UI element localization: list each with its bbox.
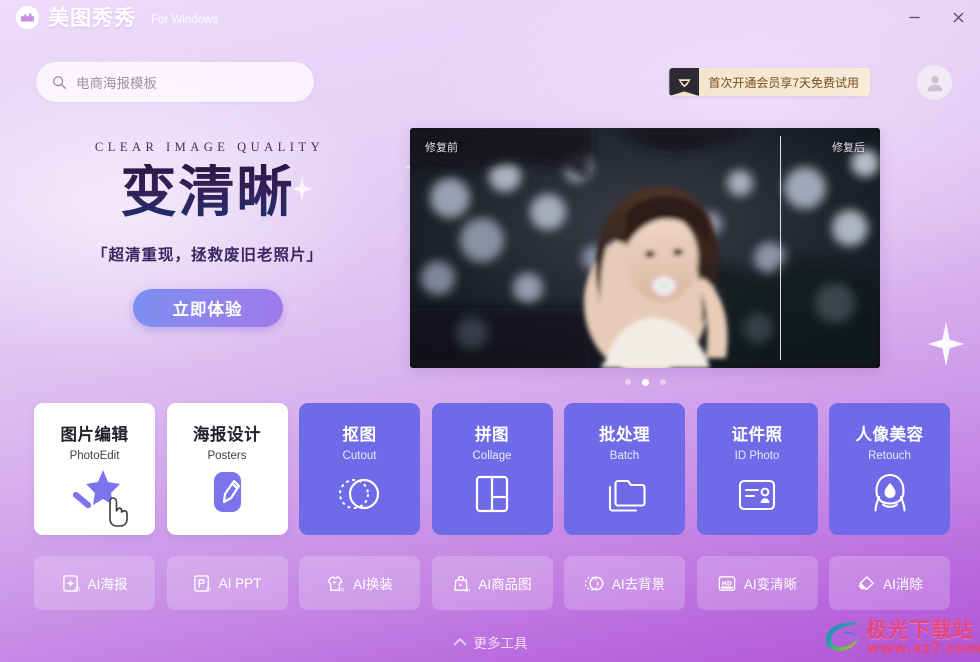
tool-card-posters[interactable]: 海报设计 Posters xyxy=(166,403,288,535)
collage-grid-icon xyxy=(432,473,553,515)
ai-tool-ppt[interactable]: AI AI PPT xyxy=(166,556,288,610)
tool-card-subtitle: Batch xyxy=(609,450,640,462)
tool-card-subtitle: Collage xyxy=(472,450,512,462)
portrait-face-icon xyxy=(829,471,950,515)
tool-card-title: 批处理 xyxy=(599,426,650,444)
carousel-dot-active[interactable] xyxy=(641,379,649,386)
image-label-before: 修复前 xyxy=(425,142,458,154)
carousel-dot[interactable] xyxy=(659,379,666,385)
ai-tool-remove-bg[interactable]: AI去背景 xyxy=(564,556,685,610)
search-icon xyxy=(53,75,67,89)
id-card-icon xyxy=(697,475,818,515)
ai-ppt-icon: AI xyxy=(193,574,211,593)
tool-card-cutout[interactable]: 抠图 Cutout xyxy=(299,403,420,535)
ai-tool-clothes[interactable]: AI AI换装 xyxy=(299,556,420,610)
search-placeholder: 电商海报模板 xyxy=(76,76,157,91)
ai-tool-product-image[interactable]: AI AI商品图 xyxy=(431,556,553,610)
aurora-logo-icon xyxy=(825,622,860,652)
tool-card-subtitle: PhotoEdit xyxy=(69,450,120,462)
hero-subtitle: 「超清重现，拯救废旧老照片」 xyxy=(91,247,323,265)
vip-trial-banner[interactable]: 首次开通会员享7天免费试用 xyxy=(669,68,870,96)
svg-text:HD: HD xyxy=(722,580,732,587)
minimize-button[interactable] xyxy=(892,0,936,34)
tool-card-collage[interactable]: 拼图 Collage xyxy=(431,403,553,535)
magic-wand-icon xyxy=(34,467,155,515)
svg-text:AI: AI xyxy=(465,588,471,593)
before-after-divider[interactable] xyxy=(780,136,781,360)
ai-tools-row: AI AI海报 AI AI PPT AI AI换装 AI AI商品图 AI去背景… xyxy=(34,556,950,610)
svg-text:AI: AI xyxy=(339,587,345,592)
tool-card-batch[interactable]: 批处理 Batch xyxy=(564,403,685,535)
hero-before-after-image[interactable]: 修复前 修复后 xyxy=(410,128,880,368)
ai-clothes-icon: AI xyxy=(327,575,345,593)
ai-hd-icon: HD xyxy=(718,575,736,591)
ai-tool-label: AI商品图 xyxy=(478,577,532,592)
chevron-up-icon xyxy=(453,638,466,646)
app-logo: 美图秀秀 For Windows xyxy=(0,2,218,32)
meitu-logo-icon xyxy=(16,5,39,29)
tool-card-title: 拼图 xyxy=(475,426,509,444)
app-title: 美图秀秀 xyxy=(48,6,136,30)
tool-card-subtitle: Retouch xyxy=(868,450,911,462)
tool-card-subtitle: Cutout xyxy=(342,450,377,462)
watermark: 极光下载站 www.xz7.com xyxy=(822,614,980,660)
title-bar: 美图秀秀 For Windows xyxy=(0,0,980,34)
tool-card-subtitle: Posters xyxy=(207,450,247,462)
tool-card-id-photo[interactable]: 证件照 ID Photo xyxy=(696,403,818,535)
ai-tool-label: AI消除 xyxy=(883,577,923,592)
tool-card-title: 证件照 xyxy=(731,426,783,444)
window-controls xyxy=(892,0,980,34)
ai-tool-label: AI变清晰 xyxy=(743,577,798,592)
image-label-after: 修复后 xyxy=(832,142,865,154)
svg-text:AI: AI xyxy=(205,587,211,593)
tool-card-title: 图片编辑 xyxy=(60,426,129,444)
sparkle-decoration-icon xyxy=(928,322,964,366)
ai-poster-icon: AI xyxy=(62,574,80,593)
hero-promo: CLEAR IMAGE QUALITY 变清晰 「超清重现，拯救废旧老照片」 立… xyxy=(0,140,415,328)
ai-eraser-icon xyxy=(858,575,874,590)
hero-title: 变清晰 xyxy=(0,163,415,223)
ai-product-bag-icon: AI xyxy=(454,575,471,593)
close-button[interactable] xyxy=(936,0,980,34)
tool-card-subtitle: ID Photo xyxy=(734,450,780,462)
tool-card-title: 抠图 xyxy=(342,426,377,444)
watermark-url: www.xz7.com xyxy=(866,639,980,657)
svg-text:AI: AI xyxy=(74,587,80,593)
carousel-dot[interactable] xyxy=(624,379,631,385)
hero-eyebrow: CLEAR IMAGE QUALITY xyxy=(94,140,325,154)
tool-card-title: 海报设计 xyxy=(193,426,261,444)
ai-tool-poster[interactable]: AI AI海报 xyxy=(34,556,155,610)
ai-tool-enhance[interactable]: HD AI变清晰 xyxy=(696,556,818,610)
ai-tool-label: AI去背景 xyxy=(611,577,666,592)
search-input[interactable]: 电商海报模板 xyxy=(36,62,314,102)
tool-card-title: 人像美容 xyxy=(855,426,924,444)
hero-cta-button[interactable]: 立即体验 xyxy=(132,289,283,328)
ai-tool-label: AI PPT xyxy=(218,575,262,591)
app-subtitle: For Windows xyxy=(151,13,219,26)
cutout-circle-icon xyxy=(299,473,420,515)
folders-icon xyxy=(564,473,685,515)
more-tools-label: 更多工具 xyxy=(473,636,528,651)
carousel-dots[interactable] xyxy=(410,379,880,386)
ai-remove-bg-icon xyxy=(584,576,604,590)
tool-card-photoedit[interactable]: 图片编辑 PhotoEdit xyxy=(34,403,155,535)
ai-tool-label: AI海报 xyxy=(87,577,128,592)
tool-cards: 图片编辑 PhotoEdit 海报设计 Posters 抠图 Cutout 拼图… xyxy=(34,403,950,535)
ai-tool-eraser[interactable]: AI消除 xyxy=(829,556,950,610)
vip-banner-text: 首次开通会员享7天免费试用 xyxy=(708,75,859,90)
mouse-cursor-icon xyxy=(106,496,132,533)
ai-tool-label: AI换装 xyxy=(353,577,393,592)
tool-card-retouch[interactable]: 人像美容 Retouch xyxy=(829,403,950,535)
user-avatar-icon[interactable] xyxy=(917,65,952,100)
vip-crown-icon xyxy=(669,68,700,96)
pencil-icon xyxy=(167,469,288,515)
